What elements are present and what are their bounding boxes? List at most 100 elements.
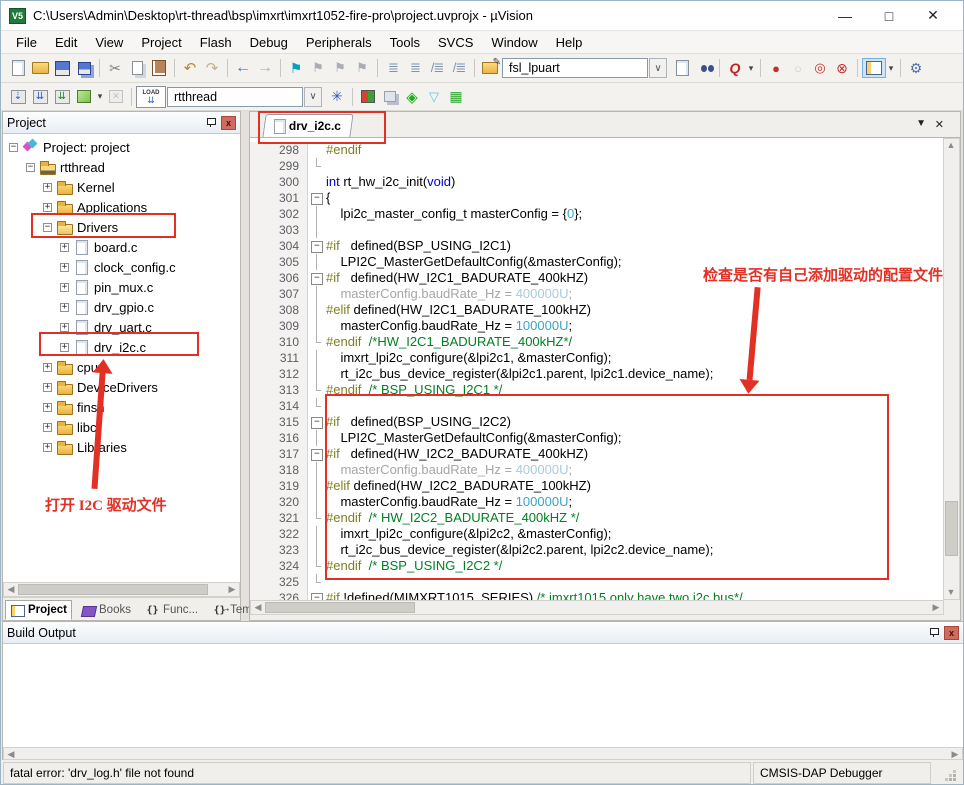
expand-icon[interactable]: + — [43, 203, 52, 212]
scroll-left-icon[interactable]: ◀ — [251, 601, 265, 614]
close-button[interactable]: ✕ — [911, 4, 955, 28]
batch-build-icon[interactable] — [73, 87, 95, 107]
search-combobox[interactable]: fsl_lpuart — [502, 58, 648, 78]
open-file-icon[interactable] — [29, 58, 51, 78]
expand-icon[interactable]: + — [60, 263, 69, 272]
rebuild-icon[interactable] — [51, 87, 73, 107]
menu-item-file[interactable]: File — [7, 33, 46, 52]
scroll-thumb[interactable] — [265, 602, 415, 613]
code-line-317[interactable]: 317#if defined(HW_I2C2_BADURATE_400kHZ) — [250, 446, 944, 462]
code-line-309[interactable]: 309 masterConfig.baudRate_Hz = 100000U; — [250, 318, 944, 334]
menu-item-svcs[interactable]: SVCS — [429, 33, 482, 52]
editor-tab-drv-i2c[interactable]: drv_i2c.c — [262, 114, 353, 137]
expand-icon[interactable]: + — [43, 403, 52, 412]
collapse-icon[interactable]: − — [9, 143, 18, 152]
code-line-319[interactable]: 319#elif defined(HW_I2C2_BADURATE_100kHZ… — [250, 478, 944, 494]
code-line-301[interactable]: 301{ — [250, 190, 944, 206]
scroll-left-icon[interactable]: ◀ — [4, 583, 18, 596]
panel-tab-func[interactable]: {}Func... — [140, 600, 203, 620]
collapse-icon[interactable]: − — [26, 163, 35, 172]
collapse-icon[interactable]: − — [43, 223, 52, 232]
expand-icon[interactable]: + — [60, 283, 69, 292]
close-editor-tab-icon[interactable]: ✕ — [935, 118, 944, 131]
fold-collapse-icon[interactable] — [308, 414, 326, 430]
window-layout-dropdown[interactable]: ▾ — [886, 63, 896, 74]
bookmark-icon[interactable]: ⚑ — [285, 58, 307, 78]
code-editor[interactable]: 298#endif299300int rt_hw_i2c_init(void)3… — [250, 138, 944, 600]
redo-icon[interactable]: ↷ — [201, 58, 223, 78]
menu-item-flash[interactable]: Flash — [191, 33, 241, 52]
nav-back-icon[interactable]: ← — [232, 58, 254, 78]
fold-collapse-icon[interactable] — [308, 446, 326, 462]
tree-item-devicedrivers[interactable]: +DeviceDrivers — [3, 377, 240, 397]
expand-icon[interactable]: + — [60, 303, 69, 312]
expand-icon[interactable]: + — [60, 243, 69, 252]
paste-icon[interactable] — [148, 58, 170, 78]
menu-item-tools[interactable]: Tools — [381, 33, 429, 52]
tab-list-dropdown-icon[interactable]: ▼ — [916, 118, 926, 129]
pack-installer-icon[interactable]: ▦ — [445, 87, 467, 107]
tree-item-drivers[interactable]: −Drivers — [3, 217, 240, 237]
tree-item-cpu[interactable]: +cpu — [3, 357, 240, 377]
code-line-318[interactable]: 318 masterConfig.baudRate_Hz = 400000U; — [250, 462, 944, 478]
new-file-icon[interactable] — [7, 58, 29, 78]
undo-icon[interactable]: ↶ — [179, 58, 201, 78]
code-line-316[interactable]: 316 LPI2C_MasterGetDefaultConfig(&master… — [250, 430, 944, 446]
tree-item-libc[interactable]: +libc — [3, 417, 240, 437]
build-output-content[interactable] — [3, 644, 963, 747]
comment-icon[interactable]: /≣ — [426, 58, 448, 78]
target-combobox[interactable]: rtthread — [167, 87, 303, 107]
scroll-right-icon[interactable]: ▶ — [225, 583, 239, 596]
menu-item-help[interactable]: Help — [547, 33, 592, 52]
project-panel-close-icon[interactable]: x — [221, 116, 236, 130]
cut-icon[interactable]: ✂ — [104, 58, 126, 78]
editor-vscrollbar[interactable]: ▲ ▼ — [943, 138, 960, 600]
quick-find-icon[interactable]: Q — [724, 58, 746, 78]
build-output-close-icon[interactable]: x — [944, 626, 959, 640]
fold-collapse-icon[interactable] — [308, 590, 326, 600]
find-icon[interactable] — [693, 58, 715, 78]
bookmark-clear-icon[interactable]: ⚑ — [351, 58, 373, 78]
tree-item-project-project[interactable]: −Project: project — [3, 137, 240, 157]
build-output-hscrollbar[interactable]: ◀ ▶ — [3, 747, 963, 760]
find-in-files-icon[interactable] — [671, 58, 693, 78]
stop-build-icon[interactable] — [105, 87, 127, 107]
bookmark-next-icon[interactable]: ⚑ — [329, 58, 351, 78]
menu-item-view[interactable]: View — [86, 33, 132, 52]
expand-icon[interactable]: + — [43, 383, 52, 392]
pack-filter-icon[interactable]: ▽ — [423, 87, 445, 107]
tree-item-pin-mux-c[interactable]: +pin_mux.c — [3, 277, 240, 297]
code-line-314[interactable]: 314 — [250, 398, 944, 414]
menu-item-edit[interactable]: Edit — [46, 33, 86, 52]
window-layout-icon[interactable] — [862, 58, 886, 78]
tree-item-libraries[interactable]: +Libraries — [3, 437, 240, 457]
menu-item-debug[interactable]: Debug — [241, 33, 297, 52]
target-combobox-dropdown[interactable]: ∨ — [304, 87, 322, 107]
resize-grip[interactable] — [933, 762, 959, 784]
code-line-313[interactable]: 313#endif /* BSP_USING_I2C1 */ — [250, 382, 944, 398]
scroll-thumb[interactable] — [18, 584, 208, 595]
bp-enable-all-icon[interactable]: ◎ — [809, 58, 831, 78]
expand-icon[interactable]: + — [43, 363, 52, 372]
tree-item-clock-config-c[interactable]: +clock_config.c — [3, 257, 240, 277]
expand-icon[interactable]: + — [43, 423, 52, 432]
bp-kill-all-icon[interactable]: ⊗ — [831, 58, 853, 78]
expand-icon[interactable]: + — [43, 443, 52, 452]
tree-item-drv-uart-c[interactable]: +drv_uart.c — [3, 317, 240, 337]
search-edit-icon[interactable] — [479, 58, 501, 78]
code-line-299[interactable]: 299 — [250, 158, 944, 174]
batch-build-dropdown[interactable]: ▾ — [95, 91, 105, 102]
code-line-312[interactable]: 312 rt_i2c_bus_device_register(&lpi2c1.p… — [250, 366, 944, 382]
code-line-321[interactable]: 321#endif /* HW_I2C2_BADURATE_400kHZ */ — [250, 510, 944, 526]
code-line-324[interactable]: 324#endif /* BSP_USING_I2C2 */ — [250, 558, 944, 574]
tree-item-rtthread[interactable]: −rtthread — [3, 157, 240, 177]
tree-item-applications[interactable]: +Applications — [3, 197, 240, 217]
indent-icon[interactable]: ≣ — [404, 58, 426, 78]
code-line-306[interactable]: 306#if defined(HW_I2C1_BADURATE_400kHZ) — [250, 270, 944, 286]
tree-item-drv-i2c-c[interactable]: +drv_i2c.c — [3, 337, 240, 357]
search-combobox-dropdown[interactable]: ∨ — [649, 58, 667, 78]
panel-tab-project[interactable]: Project — [5, 600, 72, 620]
quick-find-dropdown[interactable]: ▾ — [746, 63, 756, 74]
bp-toggle-icon[interactable]: ● — [765, 58, 787, 78]
save-icon[interactable] — [51, 58, 73, 78]
